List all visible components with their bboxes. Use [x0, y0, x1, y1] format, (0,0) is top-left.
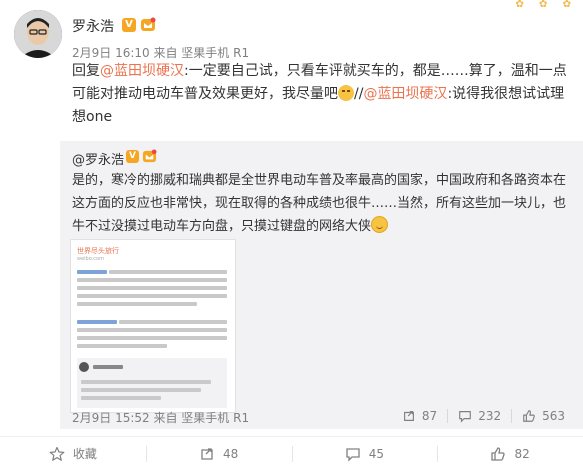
share-icon [201, 447, 213, 460]
favorite-button[interactable]: 收藏 [0, 437, 146, 470]
repost-share-button[interactable]: 87 [392, 409, 447, 423]
smile-emoji-icon [371, 216, 389, 233]
repost-author[interactable]: @罗永浩 [72, 149, 124, 168]
thumbs-up-icon [491, 446, 506, 461]
repost-image-thumbnail[interactable]: 世界尽头旅行 weibo.com [70, 239, 236, 413]
image-text-line [119, 320, 227, 324]
comment-count: 45 [368, 446, 385, 461]
image-text-line [81, 388, 201, 392]
verified-badge-icon: V [126, 150, 139, 163]
mention-link[interactable]: @蓝田坝硬汉 [100, 63, 184, 79]
image-text-line [77, 270, 107, 274]
repost-card: @罗永浩 V 是的，寒冷的挪威和瑞典都是全世界电动车普及率最高的国家，中国政府和… [60, 141, 583, 429]
repost-share-count: 87 [421, 409, 438, 423]
like-button[interactable]: 82 [437, 437, 583, 470]
header-decoration: ✿ ✿ ✿ [515, 0, 577, 10]
mention-link-2[interactable]: @蓝田坝硬汉 [363, 86, 447, 102]
comment-icon [459, 411, 472, 423]
like-count: 82 [514, 446, 530, 461]
share-button[interactable]: 48 [145, 437, 292, 470]
repost-like-count: 563 [542, 409, 565, 423]
author-name[interactable]: 罗永浩 [72, 16, 114, 36]
image-text-line [77, 336, 227, 340]
member-badge-icon [141, 17, 156, 31]
member-badge-icon [142, 149, 157, 163]
image-text-line [77, 328, 227, 332]
post-meta: 2月9日 16:10 来自 坚果手机 R1 [72, 46, 250, 60]
image-text-line [81, 380, 211, 384]
repost-comment-count: 232 [478, 409, 502, 423]
image-text-line [81, 396, 161, 400]
image-text-line [77, 320, 117, 324]
share-count: 48 [222, 446, 239, 461]
image-text-line [77, 344, 167, 348]
repost-like-button[interactable]: 563 [511, 409, 575, 423]
reply-prefix: 回复 [72, 63, 100, 79]
image-text-line [77, 286, 227, 290]
image-text-line [109, 270, 227, 274]
repost-text: 是的，寒冷的挪威和瑞典都是全世界电动车普及率最高的国家，中国政府和各路资本在这方… [72, 169, 572, 238]
favorite-label: 收藏 [72, 447, 97, 461]
image-avatar [79, 362, 89, 372]
avatar[interactable] [14, 10, 62, 58]
repost-comment-button[interactable]: 232 [447, 409, 511, 423]
post-text: 回复@蓝田坝硬汉:一定要自己试，只看车评就买车的，都是……算了，温和一点可能对推… [72, 60, 572, 129]
image-subtitle: weibo.com [77, 256, 104, 262]
repost-actions: 87 232 563 [392, 407, 575, 425]
share-icon [403, 411, 414, 421]
emoji-icon [338, 85, 354, 101]
repost-meta: 2月9日 15:52 来自 坚果手机 R1 [72, 411, 250, 425]
verified-badge-icon: V [122, 18, 136, 32]
image-title: 世界尽头旅行 [77, 247, 119, 255]
star-icon [49, 446, 65, 461]
avatar-image [14, 10, 62, 58]
image-text-line [77, 278, 227, 282]
repost-text-body: 是的，寒冷的挪威和瑞典都是全世界电动车普及率最高的国家，中国政府和各路资本在这方… [72, 173, 567, 234]
image-text-line [77, 294, 227, 298]
image-text-line [77, 302, 197, 306]
thumbs-up-icon [523, 410, 535, 422]
image-author-line [93, 365, 123, 369]
comment-icon [346, 447, 360, 462]
comment-button[interactable]: 45 [291, 437, 438, 470]
action-bar: 收藏 48 45 82 [0, 436, 583, 470]
